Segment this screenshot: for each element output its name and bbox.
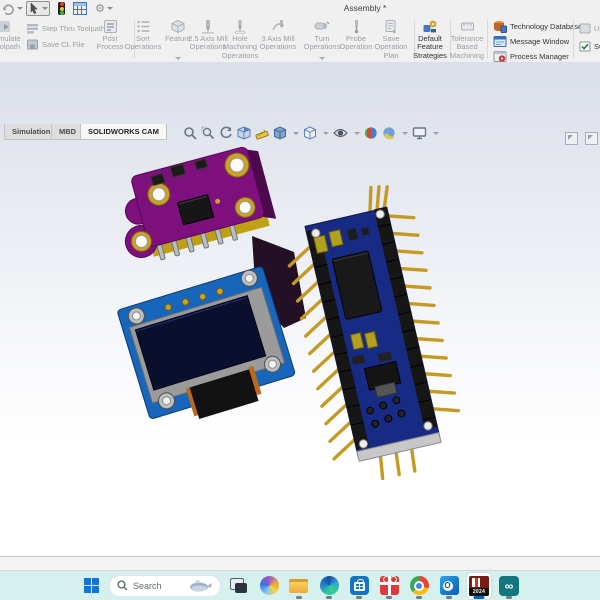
edit-appearance-icon[interactable] xyxy=(364,126,378,140)
zoom-to-area-icon[interactable] xyxy=(201,126,215,140)
chrome-icon xyxy=(409,576,429,595)
turn-operations-icon xyxy=(314,18,330,34)
feature-icon xyxy=(170,18,186,34)
probe-operation-icon xyxy=(350,18,363,34)
title-bar: ⚙ Assembly * xyxy=(0,0,600,17)
zoom-to-fit-icon[interactable] xyxy=(183,126,197,140)
heads-up-view-toolbar xyxy=(183,126,439,140)
redo-icon[interactable] xyxy=(2,2,23,15)
outlook-icon: O xyxy=(439,576,459,595)
arduino-ide-icon: ∞ xyxy=(499,575,519,596)
graphics-viewport[interactable]: Simulation MBD SOLIDWORKS CAM xyxy=(0,62,600,556)
previous-view-icon[interactable] xyxy=(219,126,233,140)
mill-3axis-icon xyxy=(271,18,286,34)
task-view-button[interactable] xyxy=(227,573,251,599)
view-orientation-icon[interactable] xyxy=(273,126,287,140)
copilot-button[interactable] xyxy=(257,573,281,599)
gift-app-button[interactable] xyxy=(377,573,401,599)
gift-icon xyxy=(379,576,399,595)
message-window-button[interactable]: Message Window xyxy=(493,35,569,48)
status-bar xyxy=(0,556,600,571)
mill-3axis-button[interactable]: 3 Axis Mill Operations xyxy=(255,18,301,61)
pane-expand-left-icon[interactable] xyxy=(565,132,578,145)
file-explorer-button[interactable] xyxy=(287,573,311,599)
tolerance-based-machining-icon xyxy=(460,18,475,34)
solidworks-button[interactable]: 2024 xyxy=(467,572,491,599)
solidworks-addin-icon xyxy=(579,41,591,52)
copilot-icon xyxy=(259,576,279,595)
display-style-icon[interactable] xyxy=(303,126,317,140)
microsoft-store-icon xyxy=(349,576,369,595)
save-cl-file-button[interactable]: Save CL File xyxy=(26,39,85,50)
windows-logo-icon xyxy=(83,578,99,593)
step-thru-toolpath-icon xyxy=(27,24,38,34)
solidworks-icon: 2024 xyxy=(469,575,489,596)
design-table-icon[interactable] xyxy=(73,2,87,15)
apply-scene-icon[interactable] xyxy=(382,126,396,140)
view-settings-caret[interactable] xyxy=(433,131,439,135)
technology-database-button[interactable]: Technology Database xyxy=(493,20,582,33)
user-defined-button[interactable]: Use xyxy=(579,23,600,34)
microsoft-store-button[interactable] xyxy=(347,573,371,599)
apply-scene-caret[interactable] xyxy=(402,131,408,135)
hide-show-items-icon[interactable] xyxy=(333,126,348,140)
view-settings-icon[interactable] xyxy=(412,126,427,140)
hole-machining-icon xyxy=(233,18,247,34)
technology-database-icon xyxy=(494,21,507,33)
taskbar: Search O 2024 ∞ xyxy=(0,571,600,600)
mill-25axis-icon xyxy=(201,18,215,34)
arduino-ide-button[interactable]: ∞ xyxy=(497,573,521,599)
edge-button[interactable] xyxy=(317,573,341,599)
save-operation-plan-button[interactable]: Save Operation Plan xyxy=(369,18,413,61)
solidworks-addin-button[interactable]: SOL xyxy=(579,41,600,52)
save-cl-file-icon xyxy=(27,39,38,50)
outlook-button[interactable]: O xyxy=(437,573,461,599)
quick-access-toolbar: ⚙ xyxy=(2,1,116,16)
tab-solidworks-cam[interactable]: SOLIDWORKS CAM xyxy=(80,124,167,140)
default-feature-strategies-icon xyxy=(422,18,438,34)
sort-operations-icon xyxy=(136,18,151,34)
simulate-toolpath-icon xyxy=(0,18,14,34)
arduino-nano-board[interactable] xyxy=(276,180,469,488)
search-icon xyxy=(117,580,128,591)
hide-show-items-caret[interactable] xyxy=(354,131,360,135)
select-cursor-icon[interactable] xyxy=(26,1,50,16)
view-orientation-caret[interactable] xyxy=(293,131,299,135)
options-gear-icon[interactable]: ⚙ xyxy=(95,2,113,15)
measure-icon[interactable] xyxy=(255,126,269,140)
pane-expand-right-icon[interactable] xyxy=(585,132,598,145)
display-style-caret[interactable] xyxy=(323,131,329,135)
section-view-icon[interactable] xyxy=(237,126,251,140)
start-button[interactable] xyxy=(79,573,103,599)
search-placeholder: Search xyxy=(133,580,162,591)
ribbon: Simulate Toolpath Step Thru Toolpath Sav… xyxy=(0,17,600,63)
save-operation-plan-icon xyxy=(384,18,398,34)
post-process-icon xyxy=(103,18,118,34)
traffic-light-icon[interactable] xyxy=(58,2,65,15)
solidworks-badge: 2024 xyxy=(469,587,489,596)
chrome-button[interactable] xyxy=(407,573,431,599)
message-window-icon xyxy=(493,36,507,47)
user-defined-icon xyxy=(579,23,591,34)
taskbar-search[interactable]: Search xyxy=(109,574,221,597)
pane-buttons xyxy=(565,132,598,145)
screen: { "window": { "title": "Assembly *" }, "… xyxy=(0,0,600,600)
tolerance-based-machining-button[interactable]: Tolerance Based Machining xyxy=(444,18,490,61)
search-highlight-image xyxy=(190,580,212,592)
edge-icon xyxy=(319,576,339,595)
window-title: Assembly * xyxy=(343,3,387,13)
